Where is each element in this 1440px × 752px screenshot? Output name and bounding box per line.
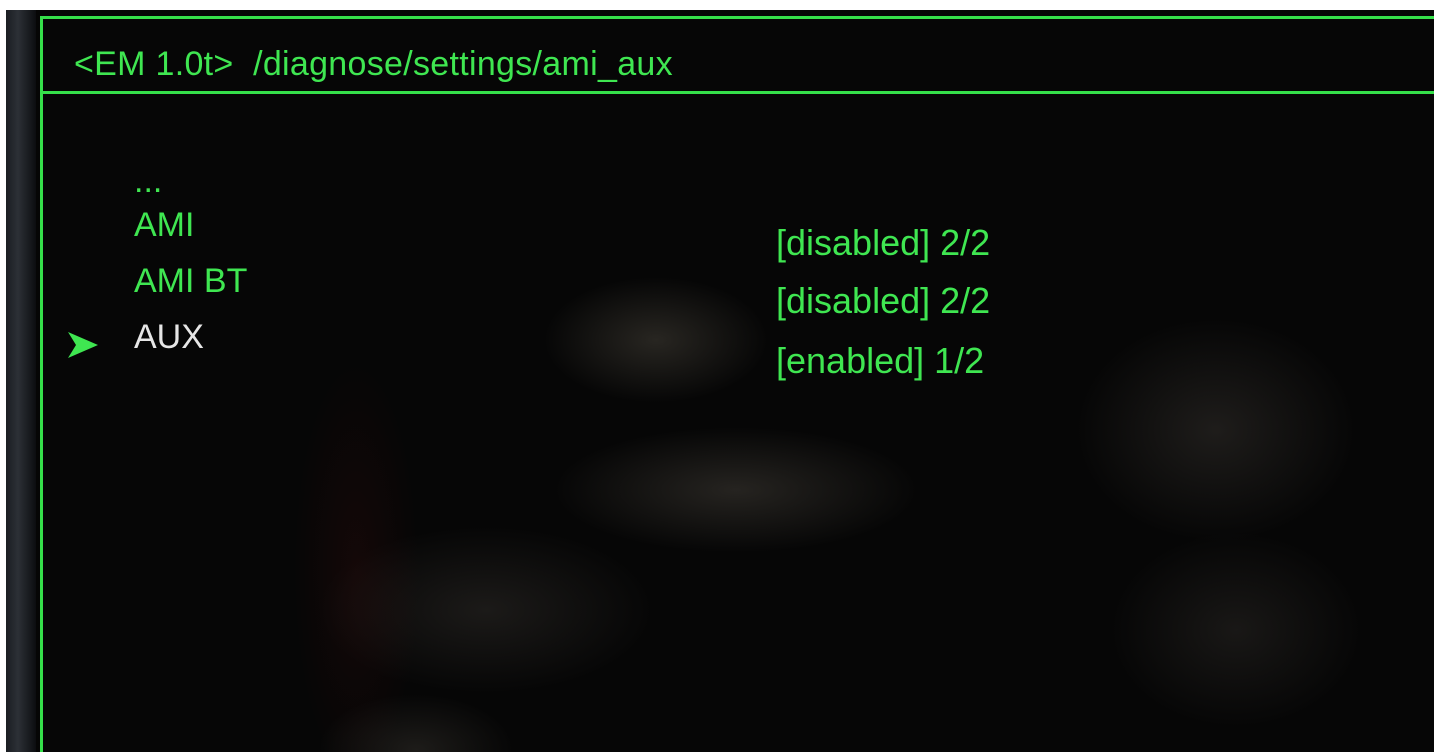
title-text: <EM 1.0t> /diagnose/settings/ami_aux xyxy=(74,45,673,84)
menu-item-aux[interactable]: AUX xyxy=(134,318,204,357)
menu-item-ami-bt[interactable]: AMI BT xyxy=(134,262,247,301)
bezel-edge xyxy=(6,10,36,752)
value-aux: [enabled] 1/2 xyxy=(776,340,985,381)
device-bezel: <EM 1.0t> /diagnose/settings/ami_aux ...… xyxy=(0,0,1440,752)
value-ami: [disabled] 2/2 xyxy=(776,222,991,263)
title-bar: <EM 1.0t> /diagnose/settings/ami_aux xyxy=(40,16,1434,94)
value-ami-bt: [disabled] 2/2 xyxy=(776,280,991,321)
selection-cursor-icon xyxy=(68,332,98,358)
module-label: <EM 1.0t> xyxy=(74,45,234,83)
menu-path: /diagnose/settings/ami_aux xyxy=(253,45,673,83)
diagnostic-screen: <EM 1.0t> /diagnose/settings/ami_aux ...… xyxy=(36,10,1434,752)
menu-item-ami[interactable]: AMI xyxy=(134,206,194,245)
menu-item-back[interactable]: ... xyxy=(134,162,162,201)
frame-left-line xyxy=(40,16,43,752)
